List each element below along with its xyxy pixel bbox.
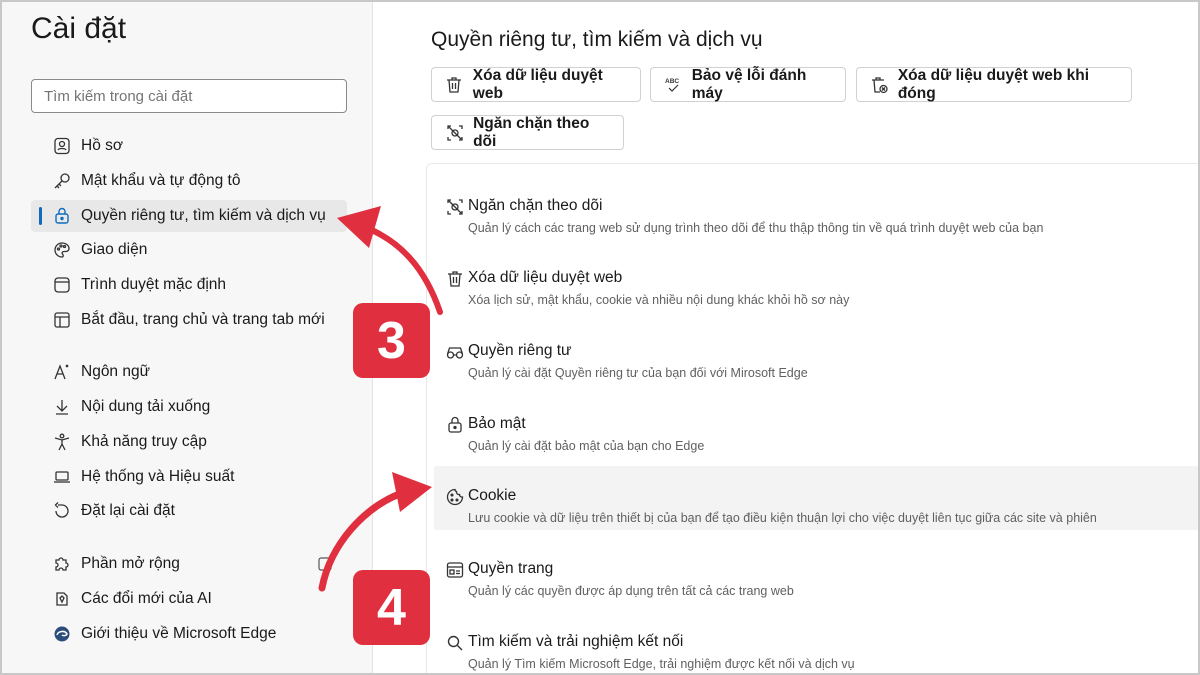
step-4-badge: 4 (353, 570, 430, 645)
arrow-step-4-head (392, 472, 432, 512)
arrow-step-3 (359, 223, 443, 315)
annotation-arrows (318, 206, 443, 592)
step-3-badge: 3 (353, 303, 430, 378)
arrow-step-3-head (337, 206, 381, 248)
